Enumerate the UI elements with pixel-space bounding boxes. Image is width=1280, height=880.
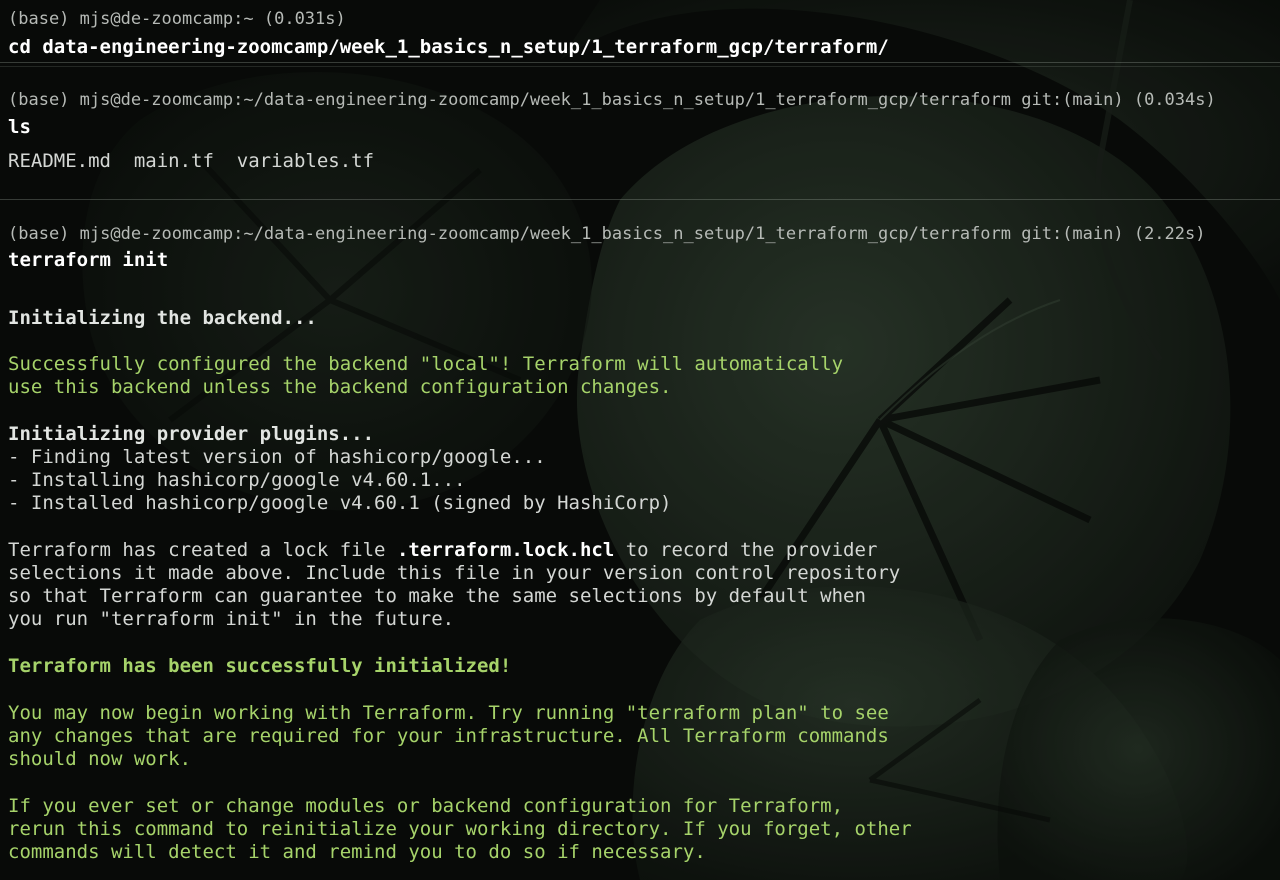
output-line: so that Terraform can guarantee to make … xyxy=(8,585,866,607)
prompt-line: (base) mjs@de-zoomcamp:~/data-engineerin… xyxy=(8,224,1206,244)
output-text: Terraform has created a lock file xyxy=(8,539,397,561)
prompt-line: (base) mjs@de-zoomcamp:~/data-engineerin… xyxy=(8,90,1216,110)
block-divider xyxy=(0,199,1280,200)
command-output: README.md main.tf variables.tf xyxy=(8,150,375,172)
output-line: you run "terraform init" in the future. xyxy=(8,608,455,630)
output-line: You may now begin working with Terraform… xyxy=(8,702,889,724)
output-line: - Finding latest version of hashicorp/go… xyxy=(8,446,546,468)
output-line: Successfully configured the backend "loc… xyxy=(8,353,844,375)
output-line: - Installed hashicorp/google v4.60.1 (si… xyxy=(8,492,672,514)
output-heading: Initializing the backend... xyxy=(8,307,317,329)
prompt-line: (base) mjs@de-zoomcamp:~ (0.031s) xyxy=(8,9,346,29)
lock-file-name: .terraform.lock.hcl xyxy=(396,539,615,561)
output-text: to record the provider xyxy=(614,539,878,561)
output-line: - Installing hashicorp/google v4.60.1... xyxy=(8,469,466,491)
output-line: commands will detect it and remind you t… xyxy=(8,841,706,863)
command-line: terraform init xyxy=(8,249,169,271)
output-line: Terraform has created a lock file .terra… xyxy=(8,539,877,562)
terminal-window[interactable]: (base) mjs@de-zoomcamp:~ (0.031s) cd dat… xyxy=(0,0,1280,880)
output-line: selections it made above. Include this f… xyxy=(8,562,901,584)
output-heading: Initializing provider plugins... xyxy=(8,423,375,445)
output-line: should now work. xyxy=(8,748,192,770)
block-divider xyxy=(0,66,1280,67)
output-line: use this backend unless the backend conf… xyxy=(8,376,672,398)
command-line: cd data-engineering-zoomcamp/week_1_basi… xyxy=(8,36,889,58)
output-line: rerun this command to reinitialize your … xyxy=(8,818,912,840)
output-line: If you ever set or change modules or bac… xyxy=(8,795,844,817)
output-line: any changes that are required for your i… xyxy=(8,725,889,747)
success-message: Terraform has been successfully initiali… xyxy=(8,655,512,677)
command-line: ls xyxy=(8,116,31,138)
block-divider xyxy=(0,62,1280,63)
